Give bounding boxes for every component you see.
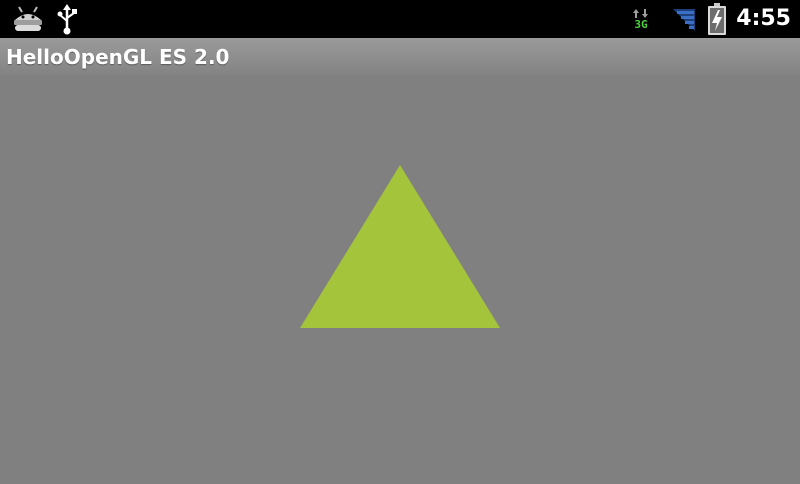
usb-icon[interactable] bbox=[52, 0, 82, 38]
opengl-surface-view[interactable] bbox=[0, 76, 800, 480]
android-debug-icon[interactable] bbox=[10, 0, 46, 38]
3g-data-icon: 3G bbox=[628, 0, 654, 38]
green-triangle bbox=[300, 165, 500, 328]
signal-strength-icon bbox=[670, 0, 698, 38]
clock: 4:55 bbox=[736, 6, 791, 31]
gl-canvas bbox=[300, 165, 500, 328]
page-title: HelloOpenGL ES 2.0 bbox=[6, 45, 230, 69]
network-type-label: 3G bbox=[634, 17, 648, 31]
status-bar: 3G 4:55 bbox=[0, 0, 800, 38]
battery-charging-icon bbox=[704, 0, 730, 38]
app-title-bar: HelloOpenGL ES 2.0 bbox=[0, 38, 800, 76]
